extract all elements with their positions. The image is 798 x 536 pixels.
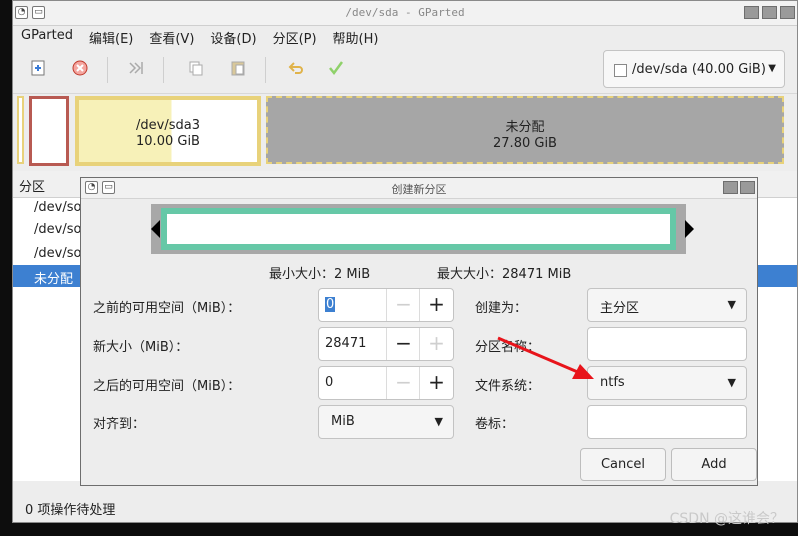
menu-device[interactable]: 设备(D): [208, 25, 264, 47]
partition-name: /dev/sda3: [136, 118, 200, 133]
watermark: CSDN @这谁会？: [669, 511, 784, 527]
toolbar-separator: [107, 57, 108, 83]
partition-path: /dev/so: [34, 222, 82, 237]
partition-path: /dev/so: [34, 200, 82, 215]
create-as-label: 创建为：: [475, 301, 528, 316]
device-label: /dev/sda (40.00 GiB): [632, 62, 766, 77]
partition-block-small[interactable]: [17, 96, 24, 164]
align-to-label: 对齐到：: [93, 417, 146, 432]
partition-size-bar[interactable]: [161, 208, 676, 250]
dialog-titlebar: ◔ ▭ 创建新分区: [81, 178, 757, 199]
increment-button[interactable]: +: [419, 367, 453, 399]
create-as-select[interactable]: 主分区 ▼: [587, 288, 747, 322]
partition-name-label: 分区名称：: [475, 340, 541, 355]
unallocated-size: 27.80 GiB: [493, 136, 557, 151]
create-partition-dialog: ◔ ▭ 创建新分区 最小大小：2 MiB 最大大小：28471 MiB 之前的可…: [80, 177, 758, 486]
resize-move-icon[interactable]: [125, 59, 147, 81]
increment-button[interactable]: +: [419, 328, 453, 360]
volume-label-label: 卷标：: [475, 417, 515, 432]
volume-label-field[interactable]: [587, 405, 747, 439]
free-before-label: 之前的可用空间（MiB）：: [93, 301, 241, 316]
pending-operations: 0 项操作待处理: [25, 503, 116, 518]
menu-gparted[interactable]: GParted: [19, 25, 81, 47]
delete-icon[interactable]: [69, 59, 91, 81]
resize-handle-right[interactable]: [685, 220, 694, 238]
window-title: /dev/sda - GParted: [345, 6, 465, 19]
free-after-spinner[interactable]: 0 − +: [318, 366, 454, 400]
partition-name-field[interactable]: [587, 327, 747, 361]
menubar: GParted 编辑(E) 查看(V) 设备(D) 分区(P) 帮助(H): [13, 25, 797, 47]
free-after-label: 之后的可用空间（MiB）：: [93, 379, 241, 394]
toolbar-separator: [163, 57, 164, 83]
maximize-button[interactable]: [762, 6, 777, 19]
chevron-down-icon: ▼: [434, 415, 443, 428]
close-button[interactable]: [780, 6, 795, 19]
partition-block-unallocated[interactable]: 未分配 27.80 GiB: [266, 96, 784, 164]
new-partition-icon[interactable]: [27, 59, 49, 81]
toolbar-separator: [265, 57, 266, 83]
menu-partition[interactable]: 分区(P): [271, 25, 325, 47]
disk-icon: [614, 64, 627, 77]
column-partition[interactable]: 分区: [19, 176, 45, 195]
device-selector[interactable]: /dev/sda (40.00 GiB) ▼: [603, 50, 785, 88]
free-after-value[interactable]: 0: [325, 375, 333, 390]
file-system-value: ntfs: [600, 375, 625, 390]
partition-block-sda3[interactable]: /dev/sda3 10.00 GiB: [75, 96, 261, 166]
decrement-button[interactable]: −: [386, 367, 420, 399]
menu-help[interactable]: 帮助(H): [331, 25, 387, 47]
resize-handle-left[interactable]: [151, 220, 160, 238]
window-titlebar: ◔ ▭ /dev/sda - GParted: [13, 1, 797, 26]
paste-icon[interactable]: [227, 59, 249, 81]
apply-icon[interactable]: [325, 59, 347, 81]
file-system-label: 文件系统：: [475, 379, 541, 394]
new-size-value[interactable]: 28471: [325, 336, 366, 351]
partition-map: /dev/sda3 10.00 GiB 未分配 27.80 GiB: [17, 96, 787, 166]
menu-view[interactable]: 查看(V): [147, 25, 202, 47]
partition-block-sda2[interactable]: [29, 96, 69, 166]
unallocated-label: 未分配: [505, 120, 545, 135]
undo-icon[interactable]: [285, 59, 307, 81]
create-as-value: 主分区: [600, 301, 640, 316]
free-before-spinner[interactable]: 0 − +: [318, 288, 454, 322]
minimize-button[interactable]: [744, 6, 759, 19]
cancel-button[interactable]: Cancel: [580, 448, 666, 481]
align-to-value: MiB: [331, 414, 355, 429]
free-before-value[interactable]: 0: [325, 297, 336, 312]
align-to-select[interactable]: MiB ▼: [318, 405, 454, 439]
max-size-label: 最大大小：28471 MiB: [437, 267, 572, 282]
partition-size: 10.00 GiB: [136, 134, 200, 149]
menu-edit[interactable]: 编辑(E): [87, 25, 141, 47]
dialog-minimize-button[interactable]: [723, 181, 738, 194]
increment-button[interactable]: +: [419, 289, 453, 321]
dialog-title: 创建新分区: [391, 183, 447, 196]
chevron-down-icon: ▼: [727, 376, 736, 389]
min-size-label: 最小大小：2 MiB: [269, 267, 371, 282]
toolbar: /dev/sda (40.00 GiB) ▼: [13, 47, 797, 94]
partition-resizer[interactable]: [151, 204, 694, 254]
chevron-down-icon: ▼: [768, 63, 776, 74]
add-button[interactable]: Add: [671, 448, 757, 481]
decrement-button[interactable]: −: [386, 289, 420, 321]
copy-icon[interactable]: [185, 59, 207, 81]
partition-path: 未分配: [34, 272, 74, 287]
partition-path: /dev/so: [34, 246, 82, 261]
new-size-spinner[interactable]: 28471 − +: [318, 327, 454, 361]
file-system-select[interactable]: ntfs ▼: [587, 366, 747, 400]
decrement-button[interactable]: −: [386, 328, 420, 360]
chevron-down-icon: ▼: [727, 298, 736, 311]
dialog-close-button[interactable]: [740, 181, 755, 194]
new-size-label: 新大小（MiB）：: [93, 340, 189, 355]
